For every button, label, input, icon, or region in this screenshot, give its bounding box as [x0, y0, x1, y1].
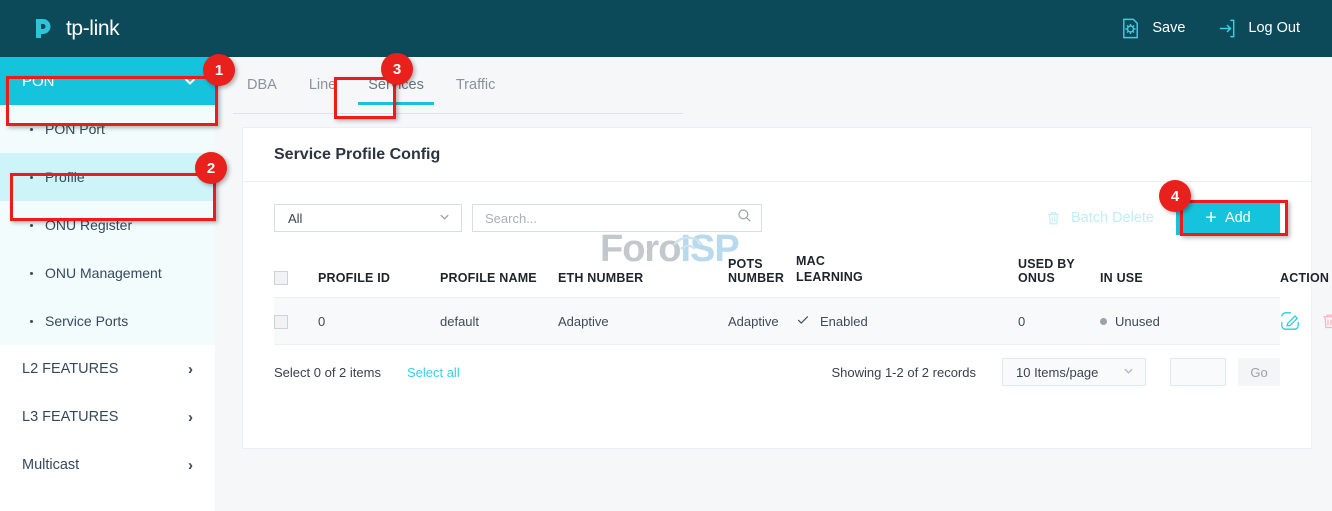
cell-mac-learning: Enabled: [796, 298, 1018, 345]
table-wrapper: PROFILE ID PROFILE NAME ETH NUMBER POTS …: [243, 254, 1311, 345]
search-box[interactable]: [472, 204, 762, 232]
filter-select-value: All: [288, 211, 302, 226]
tp-link-logo-icon: [32, 15, 59, 42]
trash-icon: [1045, 210, 1062, 227]
filter-select[interactable]: All: [274, 204, 462, 232]
sidebar-group-label: Multicast: [22, 457, 79, 473]
save-label: Save: [1152, 21, 1185, 36]
chevron-right-icon: ›: [188, 409, 193, 426]
annotation-badge-3: 3: [381, 53, 413, 85]
chevron-down-icon: [438, 210, 451, 226]
edit-pencil-icon[interactable]: [1280, 311, 1300, 331]
sidebar-item-service-ports[interactable]: Service Ports: [0, 297, 215, 345]
cell-mac-learning-label: Enabled: [820, 314, 868, 329]
logout-label: Log Out: [1248, 21, 1300, 36]
brand-name: tp-link: [66, 17, 119, 41]
select-all-header: [274, 254, 318, 298]
main-content: DBA Line Services Traffic Service Profil…: [215, 57, 1332, 511]
search-icon[interactable]: [737, 208, 752, 228]
chevron-right-icon: ›: [188, 457, 193, 474]
bullet-icon: [30, 224, 33, 227]
col-mac-learning: MAC LEARNING: [796, 254, 1018, 298]
save-gear-file-icon: [1119, 17, 1142, 40]
select-all-link[interactable]: Select all: [407, 365, 460, 380]
chevron-right-icon: ›: [188, 361, 193, 378]
annotation-box-2: [10, 173, 216, 221]
annotation-box-4: [1180, 200, 1288, 236]
pagination: Showing 1-2 of 2 records 10 Items/page G…: [831, 358, 1280, 386]
page-size-select[interactable]: 10 Items/page: [1002, 358, 1146, 386]
cell-profile-name: default: [440, 298, 558, 345]
top-header-bar: tp-link Save: [0, 0, 1332, 57]
col-mac-learning-label: MAC LEARNING: [796, 254, 864, 285]
col-eth-number: ETH NUMBER: [558, 254, 728, 298]
cell-profile-id: 0: [318, 298, 440, 345]
delete-trash-icon[interactable]: [1320, 312, 1332, 331]
status-dot-icon: [1100, 318, 1107, 325]
tab-traffic[interactable]: Traffic: [446, 77, 505, 104]
col-profile-name: PROFILE NAME: [440, 254, 558, 298]
col-in-use: IN USE: [1100, 254, 1280, 298]
sidebar-group-l2-features[interactable]: L2 FEATURES ›: [0, 345, 215, 393]
batch-delete-button[interactable]: Batch Delete: [1045, 210, 1154, 227]
tab-dba[interactable]: DBA: [237, 77, 287, 104]
sidebar-item-label: ONU Management: [45, 265, 162, 281]
annotation-box-1: [6, 76, 218, 126]
page-number-input[interactable]: [1171, 359, 1225, 385]
bullet-icon: [30, 128, 33, 131]
sidebar-group-label: L3 FEATURES: [22, 409, 118, 425]
row-checkbox[interactable]: [274, 315, 288, 329]
cell-used-by-onus: 0: [1018, 298, 1100, 345]
sidebar-group-l3-features[interactable]: L3 FEATURES ›: [0, 393, 215, 441]
col-pots-number: POTS NUMBER: [728, 254, 796, 298]
status-badge: Unused: [1115, 314, 1160, 329]
annotation-badge-2: 2: [195, 152, 227, 184]
cell-eth-number: Adaptive: [558, 298, 728, 345]
go-button[interactable]: Go: [1238, 358, 1280, 386]
annotation-badge-1: 1: [203, 54, 235, 86]
page-size-value: 10 Items/page: [1016, 365, 1098, 380]
tab-bar: DBA Line Services Traffic: [233, 77, 683, 114]
profiles-table: PROFILE ID PROFILE NAME ETH NUMBER POTS …: [274, 254, 1280, 345]
page-number-input-wrap[interactable]: [1170, 358, 1226, 386]
table-header-row: PROFILE ID PROFILE NAME ETH NUMBER POTS …: [274, 254, 1280, 298]
bullet-icon: [30, 320, 33, 323]
cell-in-use: Unused: [1100, 298, 1280, 345]
batch-delete-label: Batch Delete: [1071, 210, 1154, 226]
row-select-cell: [274, 298, 318, 345]
sidebar-group-multicast[interactable]: Multicast ›: [0, 441, 215, 489]
brand-logo[interactable]: tp-link: [32, 15, 119, 42]
col-used-by-onus: USED BY ONUS: [1018, 254, 1100, 298]
search-input[interactable]: [485, 211, 737, 226]
page-root: tp-link Save: [0, 0, 1332, 511]
col-profile-id: PROFILE ID: [318, 254, 440, 298]
sidebar-item-label: Service Ports: [45, 313, 128, 329]
logout-arrow-icon: [1215, 17, 1238, 40]
page-title: Service Profile Config: [243, 128, 1311, 182]
table-row[interactable]: 0 default Adaptive Adaptive: [274, 298, 1280, 345]
header-checkbox[interactable]: [274, 271, 288, 285]
annotation-box-3: [334, 77, 396, 119]
sidebar-item-onu-management[interactable]: ONU Management: [0, 249, 215, 297]
save-button[interactable]: Save: [1119, 17, 1185, 40]
sidebar-submenu: PON Port Profile ONU Register ONU Manage…: [0, 105, 215, 345]
bullet-icon: [30, 272, 33, 275]
annotation-badge-4: 4: [1159, 180, 1191, 212]
check-icon: [796, 313, 810, 330]
table-footer: Select 0 of 2 items Select all Showing 1…: [243, 345, 1311, 399]
showing-records-label: Showing 1-2 of 2 records: [831, 365, 976, 380]
top-header-actions: Save Log Out: [1089, 17, 1300, 40]
service-profile-panel: Service Profile Config All: [242, 127, 1312, 449]
chevron-down-icon: [1122, 364, 1135, 380]
sidebar-group-label: L2 FEATURES: [22, 361, 118, 377]
cell-pots-number: Adaptive: [728, 298, 796, 345]
table-toolbar: All: [243, 182, 1311, 254]
select-count-label: Select 0 of 2 items: [274, 365, 381, 380]
logout-button[interactable]: Log Out: [1215, 17, 1300, 40]
